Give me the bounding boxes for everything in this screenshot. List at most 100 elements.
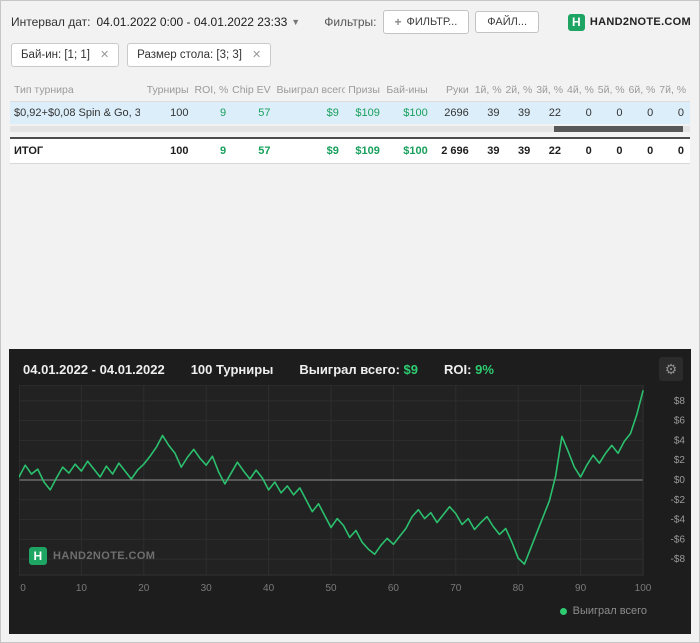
svg-text:90: 90 bbox=[575, 583, 587, 594]
col-header-tournaments[interactable]: Турниры bbox=[140, 79, 195, 101]
total-chip-ev: 57 bbox=[232, 139, 276, 163]
file-button-label: ФАЙЛ... bbox=[487, 16, 527, 28]
won-value: $9 bbox=[404, 362, 418, 377]
col-header-prizes[interactable]: Призы bbox=[345, 79, 386, 101]
cell-tournaments: 100 bbox=[140, 102, 195, 124]
total-roi: 9 bbox=[195, 139, 233, 163]
svg-text:10: 10 bbox=[76, 583, 88, 594]
filter-chip-buyin[interactable]: Бай-ин: [1; 1] ✕ bbox=[11, 43, 119, 67]
chart-won-total: Выиграл всего: $9 bbox=[299, 362, 418, 377]
svg-text:$4: $4 bbox=[674, 435, 686, 446]
svg-text:-$6: -$6 bbox=[671, 534, 686, 545]
chart-date-range: 04.01.2022 - 04.01.2022 bbox=[23, 362, 165, 377]
col-header-hands[interactable]: Руки bbox=[434, 79, 475, 101]
total-2nd: 39 bbox=[505, 139, 536, 163]
col-header-3rd[interactable]: 3й, % bbox=[536, 79, 567, 101]
total-prizes: $109 bbox=[345, 139, 386, 163]
hand2note-logo-icon: H bbox=[568, 14, 585, 31]
close-icon[interactable]: ✕ bbox=[100, 50, 109, 61]
chart-legend[interactable]: Выиграл всего bbox=[9, 603, 691, 625]
svg-text:$6: $6 bbox=[674, 416, 686, 427]
col-header-7th[interactable]: 7й, % bbox=[659, 79, 690, 101]
roi-value: 9% bbox=[475, 362, 494, 377]
cell-7th: 0 bbox=[659, 102, 690, 124]
horizontal-scrollbar bbox=[10, 126, 690, 132]
file-button[interactable]: ФАЙЛ... bbox=[475, 11, 539, 33]
toolbar: Интервал дат: 04.01.2022 0:00 - 04.01.20… bbox=[1, 1, 699, 34]
won-label: Выиграл всего: bbox=[299, 362, 400, 377]
close-icon[interactable]: ✕ bbox=[252, 50, 261, 61]
filters-label: Фильтры: bbox=[324, 15, 376, 29]
svg-text:-$4: -$4 bbox=[671, 515, 686, 526]
chart-roi: ROI: 9% bbox=[444, 362, 494, 377]
winnings-line-chart: 0102030405060708090100$8$6$4$2$0-$2-$4-$… bbox=[19, 385, 689, 603]
total-6th: 0 bbox=[628, 139, 659, 163]
legend-label: Выиграл всего bbox=[573, 605, 647, 617]
gear-icon[interactable]: ⚙ bbox=[659, 357, 683, 381]
add-filter-button[interactable]: + ФИЛЬТР... bbox=[383, 10, 470, 34]
svg-text:0: 0 bbox=[20, 583, 26, 594]
filter-chip-label: Бай-ин: [1; 1] bbox=[21, 49, 90, 61]
cell-1st: 39 bbox=[475, 102, 506, 124]
chart-header: 04.01.2022 - 04.01.2022 100 Турниры Выиг… bbox=[9, 349, 691, 381]
col-header-tournament-type[interactable]: Тип турнира bbox=[10, 79, 140, 101]
total-label: ИТОГ bbox=[10, 139, 140, 163]
chart-tournaments-count: 100 Турниры bbox=[191, 362, 274, 377]
col-header-roi[interactable]: ROI, % bbox=[195, 79, 233, 101]
col-header-chip-ev[interactable]: Chip EV bbox=[232, 79, 276, 101]
total-tournaments: 100 bbox=[140, 139, 195, 163]
svg-text:20: 20 bbox=[138, 583, 150, 594]
chart-panel: 04.01.2022 - 04.01.2022 100 Турниры Выиг… bbox=[9, 349, 691, 634]
svg-text:-$2: -$2 bbox=[671, 495, 686, 506]
svg-text:60: 60 bbox=[388, 583, 400, 594]
total-1st: 39 bbox=[475, 139, 506, 163]
cell-prizes: $109 bbox=[345, 102, 386, 124]
svg-text:$0: $0 bbox=[674, 475, 686, 486]
roi-label: ROI: bbox=[444, 362, 471, 377]
total-3rd: 22 bbox=[536, 139, 567, 163]
date-range-picker[interactable]: 04.01.2022 0:00 - 04.01.2022 23:33 ▼ bbox=[96, 15, 300, 29]
svg-text:40: 40 bbox=[263, 583, 275, 594]
total-4th: 0 bbox=[567, 139, 598, 163]
col-header-4th[interactable]: 4й, % bbox=[567, 79, 598, 101]
total-7th: 0 bbox=[659, 139, 690, 163]
filter-chips: Бай-ин: [1; 1] ✕ Размер стола: [3; 3] ✕ bbox=[1, 34, 699, 67]
col-header-1st[interactable]: 1й, % bbox=[475, 79, 506, 101]
table-row[interactable]: $0,92+$0,08 Spin & Go, 3max 100 9 57 $9 … bbox=[10, 102, 690, 124]
cell-tournament-type: $0,92+$0,08 Spin & Go, 3max bbox=[10, 102, 140, 124]
svg-text:$2: $2 bbox=[674, 455, 686, 466]
svg-text:30: 30 bbox=[201, 583, 213, 594]
filter-chip-table-size[interactable]: Размер стола: [3; 3] ✕ bbox=[127, 43, 271, 67]
col-header-won-total[interactable]: Выиграл всего bbox=[277, 79, 345, 101]
table-total-row: ИТОГ 100 9 57 $9 $109 $100 2 696 39 39 2… bbox=[10, 137, 690, 164]
app-window: Интервал дат: 04.01.2022 0:00 - 04.01.20… bbox=[0, 0, 700, 643]
filter-chip-label: Размер стола: [3; 3] bbox=[137, 49, 242, 61]
total-buyins: $100 bbox=[386, 139, 434, 163]
cell-hands: 2696 bbox=[434, 102, 475, 124]
svg-text:70: 70 bbox=[450, 583, 462, 594]
col-header-6th[interactable]: 6й, % bbox=[628, 79, 659, 101]
chevron-down-icon: ▼ bbox=[291, 17, 300, 27]
svg-text:-$8: -$8 bbox=[671, 554, 686, 565]
legend-dot-icon bbox=[560, 608, 567, 615]
svg-text:50: 50 bbox=[325, 583, 337, 594]
cell-6th: 0 bbox=[628, 102, 659, 124]
cell-won-total: $9 bbox=[277, 102, 345, 124]
date-interval-label: Интервал дат: bbox=[11, 15, 90, 29]
results-table: Тип турнира Турниры ROI, % Chip EV Выигр… bbox=[10, 79, 690, 164]
col-header-2nd[interactable]: 2й, % bbox=[505, 79, 536, 101]
chart-plot: 0102030405060708090100$8$6$4$2$0-$2-$4-$… bbox=[19, 385, 685, 603]
add-filter-label: ФИЛЬТР... bbox=[407, 16, 458, 28]
cell-3rd: 22 bbox=[536, 102, 567, 124]
cell-4th: 0 bbox=[567, 102, 598, 124]
col-header-5th[interactable]: 5й, % bbox=[598, 79, 629, 101]
brand-text: HAND2NOTE.COM bbox=[590, 16, 691, 28]
svg-text:100: 100 bbox=[635, 583, 652, 594]
scrollbar-thumb[interactable] bbox=[554, 126, 683, 132]
cell-buyins: $100 bbox=[386, 102, 434, 124]
total-hands: 2 696 bbox=[434, 139, 475, 163]
table-header-row: Тип турнира Турниры ROI, % Chip EV Выигр… bbox=[10, 79, 690, 102]
svg-text:$8: $8 bbox=[674, 396, 686, 407]
col-header-buyins[interactable]: Бай-ины bbox=[386, 79, 434, 101]
cell-5th: 0 bbox=[598, 102, 629, 124]
